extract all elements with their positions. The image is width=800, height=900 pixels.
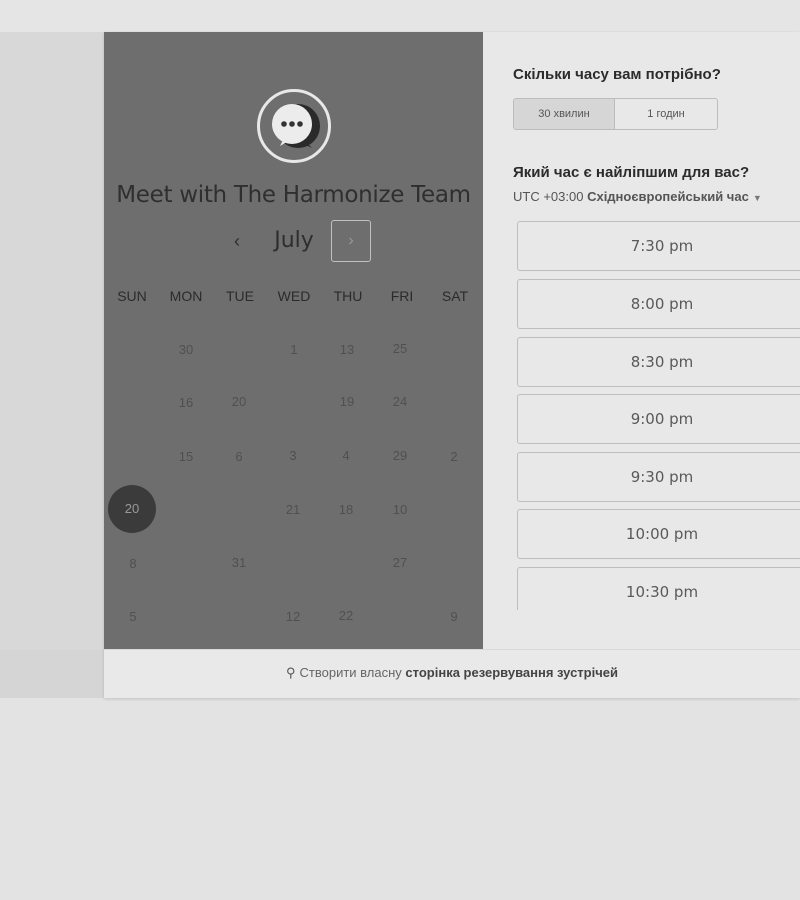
calendar-day[interactable]: 1 [270, 326, 318, 374]
weekday-sat: SAT [441, 288, 469, 304]
left-background [0, 32, 104, 698]
footer-bar: ⚲ Створити власну сторінка резервування з… [104, 649, 800, 698]
time-slot[interactable]: 10:00 pm [517, 509, 800, 559]
calendar-day[interactable]: 13 [323, 326, 371, 374]
calendar-day-selected[interactable]: 20 [108, 485, 156, 533]
duration-option-30-min[interactable]: 30 хвилин [514, 99, 615, 129]
calendar-day[interactable]: 3 [269, 432, 317, 480]
timezone-name: Східноєвропейський час [587, 189, 749, 204]
footer-prefix: Створити власну [299, 665, 402, 680]
next-month-button[interactable]: › [331, 220, 371, 262]
calendar-day[interactable]: 21 [269, 486, 317, 534]
month-label: July [274, 228, 314, 253]
calendar-day[interactable]: 24 [376, 378, 424, 426]
time-slot[interactable]: 8:30 pm [517, 337, 800, 387]
calendar-panel: Meet with The Harmonize Team ‹ July › SU… [104, 32, 483, 649]
calendar-day[interactable]: 4 [322, 432, 370, 480]
hubspot-sprocket-icon: ⚲ [286, 665, 296, 680]
calendar-day[interactable]: 18 [322, 486, 370, 534]
caret-down-icon: ▼ [752, 193, 762, 203]
calendar-day[interactable]: 27 [376, 539, 424, 587]
calendar-day[interactable]: 2 [430, 433, 478, 481]
calendar-day[interactable]: 15 [162, 433, 210, 481]
weekday-header: SUN MON TUE WED THU FRI SAT [104, 288, 483, 308]
left-background-lower [0, 650, 104, 698]
calendar-day[interactable]: 22 [322, 592, 370, 640]
time-slot[interactable]: 8:00 pm [517, 279, 800, 329]
calendar-day[interactable]: 8 [109, 540, 157, 588]
calendar-day[interactable]: 9 [430, 593, 478, 641]
timezone-offset: UTC +03:00 [513, 189, 584, 204]
bottom-background [0, 698, 800, 900]
duration-question: Скільки часу вам потрібно? [513, 66, 721, 83]
calendar-day[interactable]: 31 [215, 539, 263, 587]
booking-card: Meet with The Harmonize Team ‹ July › SU… [104, 32, 800, 698]
time-slot[interactable]: 7:30 pm [517, 221, 800, 271]
prev-month-button[interactable]: ‹ [222, 226, 252, 256]
weekday-thu: THU [333, 288, 363, 304]
top-background [0, 0, 800, 32]
timezone-selector[interactable]: UTC +03:00 Східноєвропейський час ▼ [513, 189, 762, 204]
duration-option-1-hour[interactable]: 1 годин [615, 99, 717, 129]
calendar-day[interactable]: 6 [215, 433, 263, 481]
calendar-day[interactable]: 12 [269, 593, 317, 641]
weekday-fri: FRI [390, 288, 414, 304]
team-logo-icon [257, 89, 331, 163]
calendar-day[interactable]: 25 [376, 325, 424, 373]
calendar-day[interactable]: 20 [215, 378, 263, 426]
calendar-day[interactable]: 16 [162, 379, 210, 427]
calendar-day[interactable]: 30 [162, 326, 210, 374]
weekday-mon: MON [169, 288, 203, 304]
weekday-wed: WED [277, 288, 311, 304]
time-slot[interactable]: 9:00 pm [517, 394, 800, 444]
slot-list-fade [483, 610, 800, 649]
time-selection-panel: Скільки часу вам потрібно? 30 хвилин 1 г… [483, 32, 800, 649]
footer-link[interactable]: сторінка резервування зустрічей [405, 665, 618, 680]
weekday-tue: TUE [226, 288, 254, 304]
weekday-sun: SUN [117, 288, 147, 304]
calendar-day[interactable]: 19 [323, 378, 371, 426]
time-question: Який час є найліпшим для вас? [513, 164, 750, 181]
time-slot[interactable]: 9:30 pm [517, 452, 800, 502]
calendar-day[interactable]: 29 [376, 432, 424, 480]
meeting-title: Meet with The Harmonize Team [116, 182, 471, 208]
calendar-day[interactable]: 5 [109, 593, 157, 641]
duration-selector: 30 хвилин 1 годин [513, 98, 718, 130]
calendar-day[interactable]: 10 [376, 486, 424, 534]
